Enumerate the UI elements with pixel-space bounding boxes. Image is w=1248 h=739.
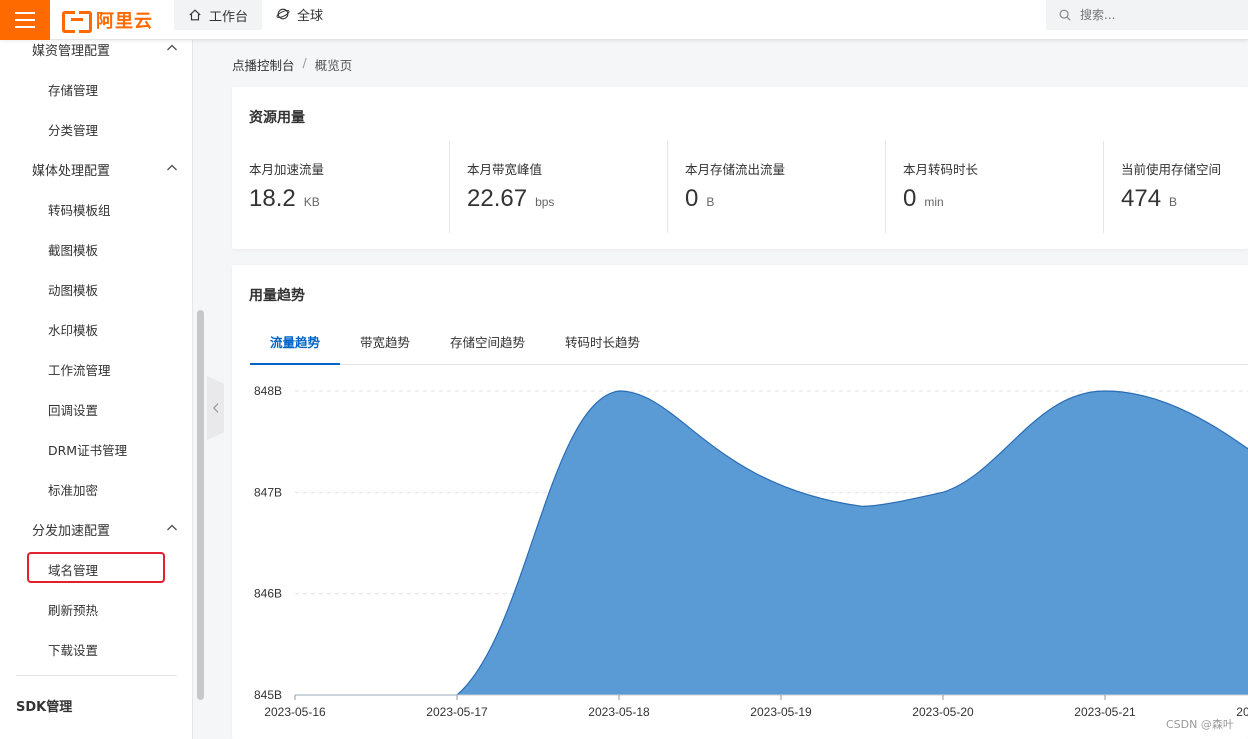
aliyun-logo[interactable]: 阿里云 bbox=[62, 7, 153, 33]
metric-unit: B bbox=[1169, 195, 1178, 209]
sidebar: 媒资管理配置 存储管理 分类管理 媒体处理配置 转码模板组 截图模板 动图模板 … bbox=[0, 40, 193, 739]
metric-accel-traffic: 本月加速流量 18.2 KB bbox=[232, 141, 450, 233]
nav-global-label: 全球 bbox=[297, 8, 324, 24]
metric-value-row: 0 min bbox=[903, 185, 944, 213]
breadcrumb: 点播控制台 / 概览页 bbox=[232, 55, 352, 74]
sidebar-group-media-processing[interactable]: 媒体处理配置 bbox=[32, 160, 182, 179]
breadcrumb-current: 概览页 bbox=[314, 58, 353, 73]
x-tick-label: 2023-05-18 bbox=[588, 705, 650, 719]
nav-workbench-label: 工作台 bbox=[209, 9, 249, 25]
metric-value: 0 bbox=[903, 185, 917, 212]
metric-transcode-duration: 本月转码时长 0 min bbox=[886, 141, 1104, 233]
nav-global[interactable]: 全球 bbox=[262, 0, 337, 28]
metric-value-row: 22.67 bps bbox=[467, 185, 554, 213]
sidebar-item-sdk[interactable]: SDK管理 bbox=[16, 696, 72, 715]
metric-value: 22.67 bbox=[467, 185, 528, 212]
sidebar-item-refresh[interactable]: 刷新预热 bbox=[48, 600, 98, 619]
sidebar-item-snapshot-template[interactable]: 截图模板 bbox=[48, 240, 98, 259]
search-input[interactable] bbox=[1080, 8, 1220, 22]
top-nav: 工作台 全球 bbox=[174, 0, 337, 40]
metric-label: 本月存储流出流量 bbox=[685, 162, 786, 177]
sidebar-group-cdn[interactable]: 分发加速配置 bbox=[32, 520, 182, 539]
sidebar-item-gif-template[interactable]: 动图模板 bbox=[48, 280, 98, 299]
sidebar-item-watermark-template[interactable]: 水印模板 bbox=[48, 320, 98, 339]
metric-label: 本月带宽峰值 bbox=[467, 162, 543, 177]
sidebar-item-transcode-template[interactable]: 转码模板组 bbox=[48, 200, 111, 219]
sidebar-collapse-handle[interactable] bbox=[207, 376, 224, 440]
sidebar-scrollbar[interactable] bbox=[197, 310, 204, 700]
sidebar-group-label: 分发加速配置 bbox=[32, 524, 111, 539]
breadcrumb-separator: / bbox=[302, 55, 307, 70]
x-tick-label: 2023-05-20 bbox=[912, 705, 974, 719]
metric-unit: B bbox=[706, 195, 715, 209]
sidebar-item-storage[interactable]: 存储管理 bbox=[48, 80, 98, 99]
resource-usage-title: 资源用量 bbox=[249, 110, 305, 126]
metric-unit: min bbox=[924, 195, 944, 209]
breadcrumb-root[interactable]: 点播控制台 bbox=[232, 55, 295, 74]
aliyun-logo-mark-icon bbox=[62, 10, 92, 33]
tab-storage-trend[interactable]: 存储空间趋势 bbox=[430, 325, 545, 365]
logo-text: 阿里云 bbox=[96, 11, 153, 32]
trend-tabs: 流量趋势 带宽趋势 存储空间趋势 转码时长趋势 bbox=[250, 325, 1248, 365]
globe-icon bbox=[276, 8, 290, 20]
sidebar-group-label: 媒资管理配置 bbox=[32, 44, 111, 59]
y-tick-label: 847B bbox=[254, 485, 282, 499]
metric-bandwidth-peak: 本月带宽峰值 22.67 bps bbox=[450, 141, 668, 233]
y-tick-label: 845B bbox=[254, 688, 282, 702]
tab-traffic-trend[interactable]: 流量趋势 bbox=[250, 325, 341, 365]
metric-value: 0 bbox=[685, 185, 699, 212]
search-box[interactable] bbox=[1046, 0, 1248, 30]
metric-unit: bps bbox=[535, 195, 555, 209]
chevron-left-icon bbox=[212, 403, 218, 413]
resource-usage-card: 资源用量 本月加速流量 18.2 KB 本月带宽峰值 22.67 bps 本月存储流… bbox=[232, 87, 1248, 249]
sidebar-divider bbox=[16, 675, 177, 676]
metric-label: 本月转码时长 bbox=[903, 162, 979, 177]
tab-transcode-trend[interactable]: 转码时长趋势 bbox=[545, 325, 660, 365]
sidebar-item-category[interactable]: 分类管理 bbox=[48, 120, 98, 139]
sidebar-item-download[interactable]: 下载设置 bbox=[48, 640, 98, 659]
metric-value: 474 bbox=[1121, 185, 1162, 212]
chevron-up-icon bbox=[167, 524, 177, 531]
traffic-area bbox=[295, 391, 1248, 695]
sidebar-item-callback[interactable]: 回调设置 bbox=[48, 400, 98, 419]
sidebar-item-workflow[interactable]: 工作流管理 bbox=[48, 360, 111, 379]
x-tick-label: 2023-05-19 bbox=[750, 705, 812, 719]
metric-value: 18.2 bbox=[249, 185, 296, 212]
y-tick-label: 846B bbox=[254, 587, 282, 601]
sidebar-group-media-assets[interactable]: 媒资管理配置 bbox=[32, 40, 182, 59]
x-tick-label: 2023-05-21 bbox=[1074, 705, 1136, 719]
metric-storage-used: 当前使用存储空间 474 B bbox=[1104, 141, 1248, 233]
nav-workbench[interactable]: 工作台 bbox=[174, 0, 263, 30]
sidebar-item-domain[interactable]: 域名管理 bbox=[48, 560, 98, 579]
metric-value-row: 18.2 KB bbox=[249, 185, 320, 213]
sidebar-group-label: 媒体处理配置 bbox=[32, 164, 111, 179]
metric-unit: KB bbox=[303, 195, 320, 209]
chevron-up-icon bbox=[167, 44, 177, 51]
metric-value-row: 474 B bbox=[1121, 185, 1177, 213]
metric-label: 当前使用存储空间 bbox=[1121, 162, 1222, 177]
traffic-trend-chart-svg: 845B 846B 847B 848B 2023-05-16 2023-05-17 2023… bbox=[254, 384, 1248, 719]
watermark: CSDN @森叶 bbox=[1166, 718, 1234, 731]
sidebar-item-drm-cert[interactable]: DRM证书管理 bbox=[48, 440, 127, 459]
metric-label: 本月加速流量 bbox=[249, 162, 325, 177]
x-tick-label: 2023-05-22 bbox=[1236, 705, 1248, 719]
traffic-trend-chart: 845B 846B 847B 848B 2023-05-16 2023-05-17 2023… bbox=[232, 370, 1248, 739]
metric-value-row: 0B bbox=[685, 185, 714, 213]
sidebar-item-standard-encryption[interactable]: 标准加密 bbox=[48, 480, 98, 499]
home-icon bbox=[189, 9, 201, 21]
metric-storage-outflow: 本月存储流出流量 0B bbox=[668, 141, 886, 233]
usage-trend-title: 用量趋势 bbox=[249, 288, 305, 304]
tab-bandwidth-trend[interactable]: 带宽趋势 bbox=[340, 325, 430, 365]
top-bar: 阿里云 工作台 全球 bbox=[0, 0, 1248, 40]
search-icon bbox=[1059, 9, 1071, 21]
x-tick-label: 2023-05-16 bbox=[264, 705, 326, 719]
hamburger-menu-icon[interactable] bbox=[0, 0, 50, 40]
y-tick-label: 848B bbox=[254, 384, 282, 398]
x-tick-label: 2023-05-17 bbox=[426, 705, 488, 719]
chevron-up-icon bbox=[167, 164, 177, 171]
